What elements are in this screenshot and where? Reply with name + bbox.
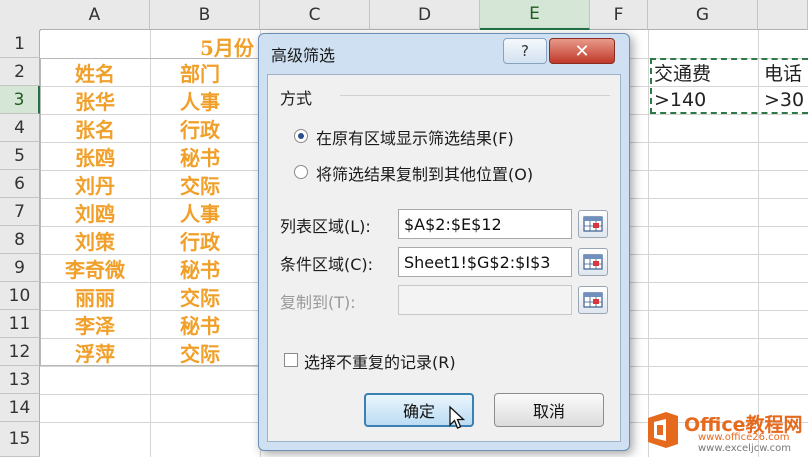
cell-a2[interactable]: 姓名: [40, 58, 150, 86]
list-range-label: 列表区域(L):: [280, 217, 371, 236]
mouse-pointer-icon: [449, 405, 466, 429]
list-range-picker-button[interactable]: [578, 210, 608, 238]
column-header-f[interactable]: F: [590, 0, 648, 30]
close-button[interactable]: ✕: [549, 38, 615, 64]
cell-b11[interactable]: 秘书: [150, 310, 260, 338]
office-logo-icon: [648, 412, 678, 448]
watermark-url-2: www.exceljcw.com: [698, 443, 792, 454]
mode-group-label: 方式: [280, 89, 313, 108]
column-header-g[interactable]: G: [648, 0, 758, 30]
column-header-c[interactable]: C: [260, 0, 370, 30]
unique-records-checkbox[interactable]: [284, 353, 298, 367]
column-header-d[interactable]: D: [370, 0, 480, 30]
cell-b4[interactable]: 行政: [150, 114, 260, 142]
range-select-icon: [583, 216, 603, 232]
column-header-b[interactable]: B: [150, 0, 260, 30]
criteria-range-input[interactable]: Sheet1!$G$2:$I$3: [398, 247, 572, 277]
row-header-8[interactable]: 8: [0, 226, 40, 254]
row-header-4[interactable]: 4: [0, 114, 40, 142]
criteria-range-label: 条件区域(C):: [280, 255, 374, 274]
cell-a12[interactable]: 浮萍: [40, 338, 150, 366]
watermark-url-1: www.office26.com: [698, 432, 790, 443]
cancel-button[interactable]: 取消: [494, 393, 604, 427]
dialog-body: 方式 在原有区域显示筛选结果(F) 将筛选结果复制到其他位置(O) 列表区域(L…: [267, 74, 621, 442]
cell-b7[interactable]: 人事: [150, 198, 260, 226]
row-header-3[interactable]: 3: [0, 86, 40, 114]
cell-b5[interactable]: 秘书: [150, 142, 260, 170]
row-header-5[interactable]: 5: [0, 142, 40, 170]
row-header-2[interactable]: 2: [0, 58, 40, 86]
list-range-input[interactable]: $A$2:$E$12: [398, 209, 572, 239]
row-header-9[interactable]: 9: [0, 254, 40, 282]
help-button[interactable]: ?: [503, 38, 547, 64]
dialog-title: 高级筛选: [271, 46, 336, 65]
row-header-11[interactable]: 11: [0, 310, 40, 338]
radio-in-place[interactable]: [294, 129, 308, 143]
cell-b12[interactable]: 交际: [150, 338, 260, 366]
row-header-13[interactable]: 13: [0, 366, 40, 394]
copy-to-label: 复制到(T):: [280, 293, 356, 312]
copy-to-input[interactable]: [398, 285, 572, 315]
row-header-10[interactable]: 10: [0, 282, 40, 310]
range-select-icon: [583, 254, 603, 270]
cell-b9[interactable]: 秘书: [150, 254, 260, 282]
radio-in-place-label[interactable]: 在原有区域显示筛选结果(F): [316, 125, 514, 149]
row-header-6[interactable]: 6: [0, 170, 40, 198]
range-select-icon: [583, 292, 603, 308]
unique-records-label[interactable]: 选择不重复的记录(R): [304, 349, 456, 373]
radio-copy-elsewhere[interactable]: [294, 165, 308, 179]
row-header-12[interactable]: 12: [0, 338, 40, 366]
cell-a8[interactable]: 刘策: [40, 226, 150, 254]
select-all-corner[interactable]: [0, 0, 41, 31]
column-header-h[interactable]: [758, 0, 808, 30]
criteria-range-picker-button[interactable]: [578, 248, 608, 276]
cell-b10[interactable]: 交际: [150, 282, 260, 310]
office-logo-watermark: Office教程网 www.office26.com www.exceljcw.…: [644, 408, 804, 454]
row-header-7[interactable]: 7: [0, 198, 40, 226]
radio-copy-elsewhere-label[interactable]: 将筛选结果复制到其他位置(O): [316, 161, 533, 185]
group-divider: [340, 95, 610, 96]
row-header-14[interactable]: 14: [0, 394, 40, 422]
cell-b8[interactable]: 行政: [150, 226, 260, 254]
row-header-15[interactable]: 15: [0, 422, 40, 457]
grid-line: [648, 30, 649, 457]
column-header-e[interactable]: E: [480, 0, 590, 30]
cell-a11[interactable]: 李泽: [40, 310, 150, 338]
row-header-1[interactable]: 1: [0, 30, 40, 58]
cell-a7[interactable]: 刘鸥: [40, 198, 150, 226]
cell-b6[interactable]: 交际: [150, 170, 260, 198]
cell-a5[interactable]: 张鸥: [40, 142, 150, 170]
cell-b3[interactable]: 人事: [150, 86, 260, 114]
cell-a9[interactable]: 李奇微: [40, 254, 150, 282]
advanced-filter-dialog: 高级筛选 ? ✕ 方式 在原有区域显示筛选结果(F) 将筛选结果复制到其他位置(…: [258, 33, 630, 451]
cell-a6[interactable]: 刘丹: [40, 170, 150, 198]
cell-b2[interactable]: 部门: [150, 58, 260, 86]
column-header-a[interactable]: A: [40, 0, 150, 30]
criteria-range-marquee: [650, 58, 808, 114]
cell-a10[interactable]: 丽丽: [40, 282, 150, 310]
copy-to-picker-button[interactable]: [578, 286, 608, 314]
cell-a3[interactable]: 张华: [40, 86, 150, 114]
cell-a4[interactable]: 张名: [40, 114, 150, 142]
